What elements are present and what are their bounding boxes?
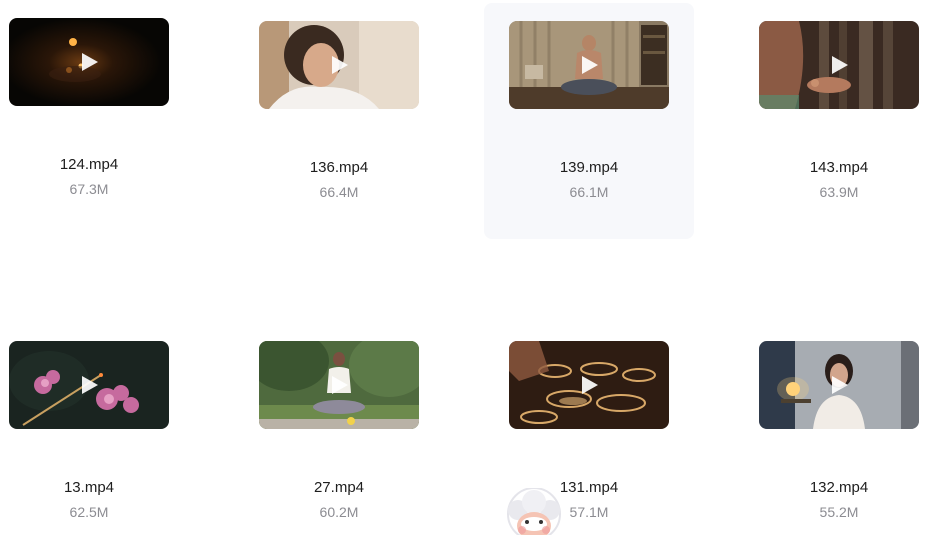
- video-thumbnail[interactable]: [509, 341, 669, 429]
- file-size: 66.4M: [319, 184, 359, 200]
- video-thumbnail[interactable]: [9, 341, 169, 429]
- file-card[interactable]: 143.mp4 63.9M: [734, 3, 932, 239]
- file-card[interactable]: 132.mp4 55.2M: [734, 323, 932, 535]
- play-icon[interactable]: [77, 373, 101, 397]
- play-icon[interactable]: [77, 50, 101, 74]
- file-name: 136.mp4: [309, 159, 369, 176]
- file-name: 13.mp4: [63, 479, 115, 496]
- file-card[interactable]: 136.mp4 66.4M: [234, 3, 444, 239]
- video-file-grid: 124.mp4 67.3M 136.mp4 66.4M 139.mp4 66.1…: [0, 0, 932, 535]
- file-card[interactable]: 13.mp4 62.5M: [0, 323, 194, 535]
- play-icon[interactable]: [577, 53, 601, 77]
- file-size: 63.9M: [819, 184, 859, 200]
- play-icon[interactable]: [327, 53, 351, 77]
- file-size: 60.2M: [319, 504, 359, 520]
- play-icon[interactable]: [577, 373, 601, 397]
- play-icon[interactable]: [327, 373, 351, 397]
- file-size: 67.3M: [69, 181, 109, 197]
- assistant-avatar-icon[interactable]: [494, 488, 574, 535]
- file-card[interactable]: 124.mp4 67.3M: [0, 0, 194, 236]
- video-thumbnail[interactable]: [509, 21, 669, 109]
- file-name: 143.mp4: [809, 159, 869, 176]
- file-card-hovered[interactable]: 139.mp4 66.1M: [484, 3, 694, 239]
- file-name: 139.mp4: [559, 159, 619, 176]
- play-icon[interactable]: [827, 53, 851, 77]
- file-name: 132.mp4: [809, 479, 869, 496]
- video-thumbnail[interactable]: [9, 18, 169, 106]
- file-size: 55.2M: [819, 504, 859, 520]
- file-name: 124.mp4: [59, 156, 119, 173]
- file-size: 66.1M: [569, 184, 609, 200]
- video-thumbnail[interactable]: [259, 21, 419, 109]
- file-card[interactable]: 27.mp4 60.2M: [234, 323, 444, 535]
- video-thumbnail[interactable]: [759, 341, 919, 429]
- file-name: 27.mp4: [313, 479, 365, 496]
- file-size: 62.5M: [69, 504, 109, 520]
- play-icon[interactable]: [827, 373, 851, 397]
- video-thumbnail[interactable]: [259, 341, 419, 429]
- video-thumbnail[interactable]: [759, 21, 919, 109]
